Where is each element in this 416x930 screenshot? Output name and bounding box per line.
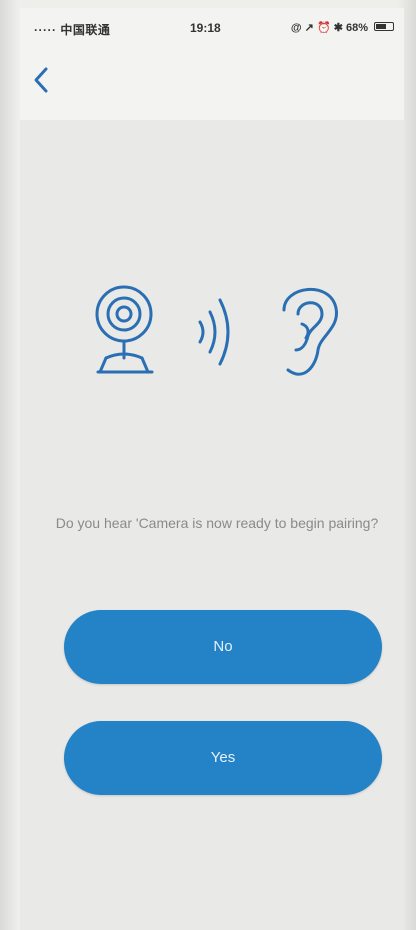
status-indicators: @ ↗ ⏰ ✱ 68% bbox=[290, 22, 368, 34]
carrier-signal: ····· 中国联通 bbox=[34, 23, 111, 37]
ear-icon bbox=[282, 288, 338, 376]
yes-button[interactable]: Yes bbox=[64, 721, 382, 795]
back-button[interactable] bbox=[24, 60, 64, 100]
sound-waves-icon bbox=[198, 298, 230, 366]
battery-level bbox=[376, 24, 387, 29]
no-button[interactable]: No bbox=[64, 610, 382, 684]
status-time: 19:18 bbox=[190, 21, 221, 35]
chevron-left-icon bbox=[34, 67, 48, 93]
pairing-content: Do you hear 'Camera is now ready to begi… bbox=[20, 120, 404, 930]
pairing-illustration bbox=[95, 285, 338, 376]
phone-screen: ····· 中国联通 19:18 @ ↗ ⏰ ✱ 68% Do you hear… bbox=[20, 8, 404, 930]
battery-icon bbox=[374, 22, 394, 31]
pairing-question: Do you hear 'Camera is now ready to begi… bbox=[55, 515, 379, 531]
status-bar: ····· 中国联通 19:18 @ ↗ ⏰ ✱ 68% bbox=[20, 8, 404, 46]
webcam-icon bbox=[95, 285, 154, 374]
device-frame: ····· 中国联通 19:18 @ ↗ ⏰ ✱ 68% Do you hear… bbox=[0, 0, 416, 930]
navigation-bar bbox=[20, 46, 404, 121]
